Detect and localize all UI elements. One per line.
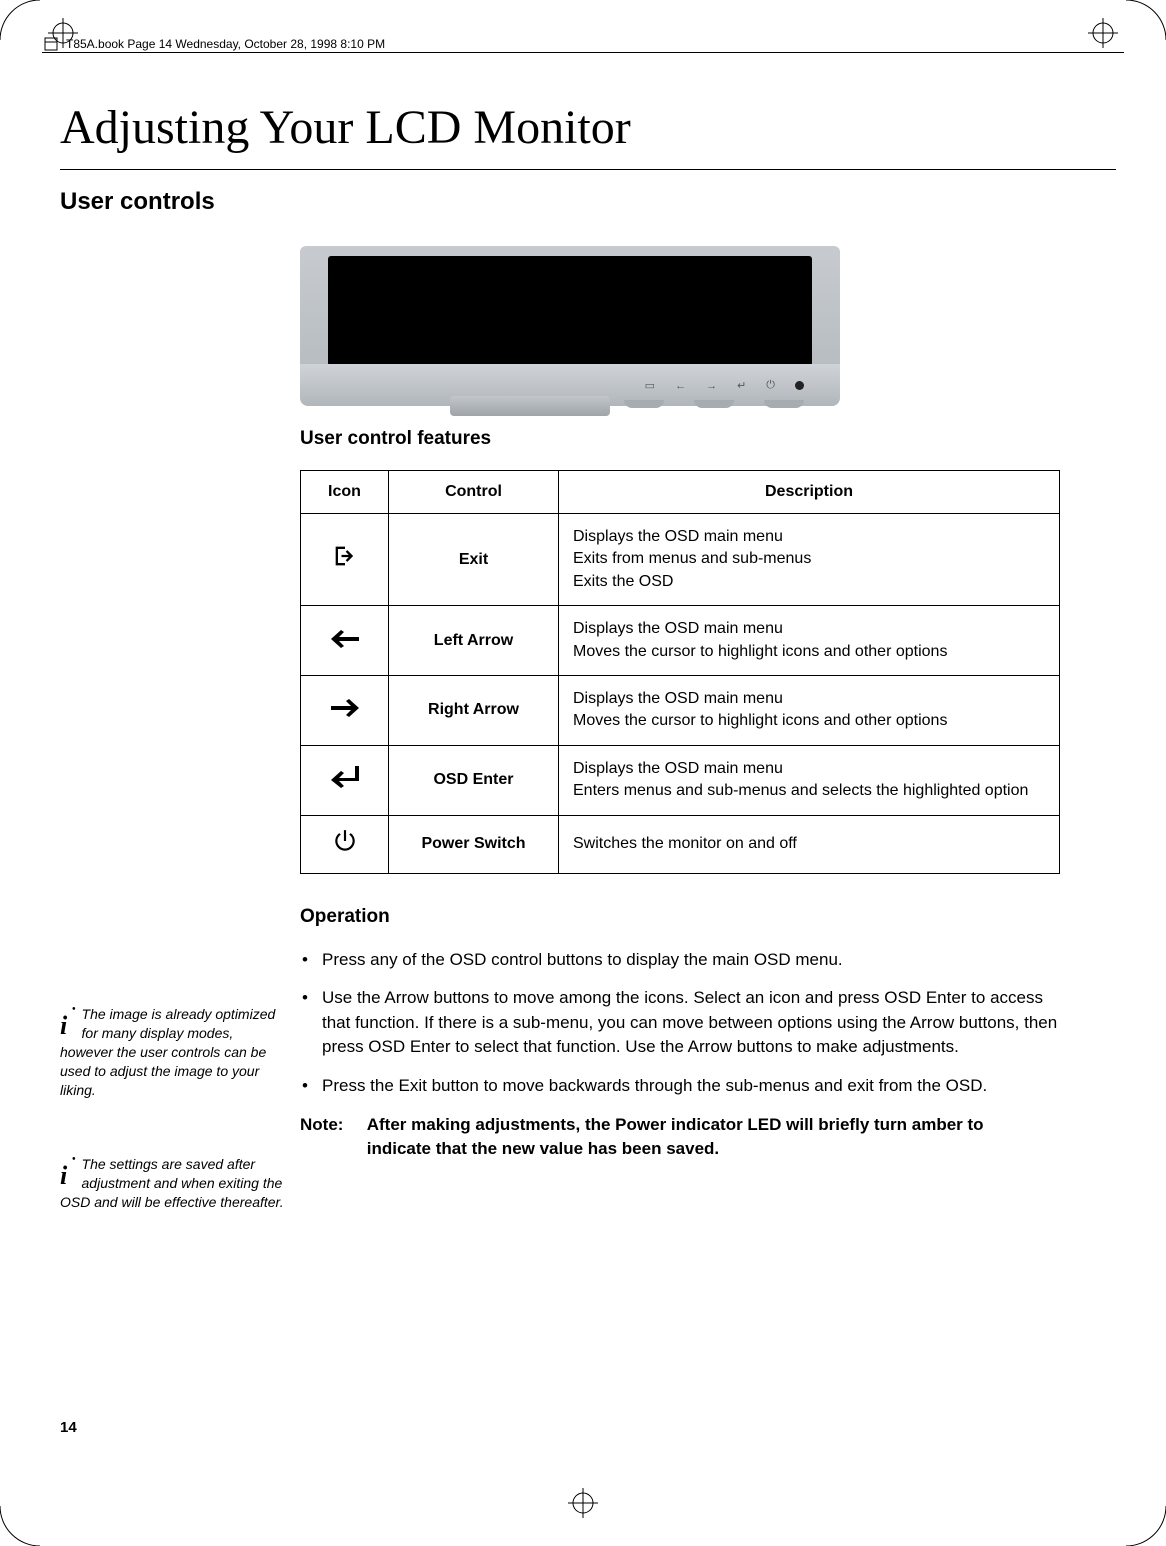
ctrl-power: Power Switch xyxy=(389,815,559,873)
th-icon: Icon xyxy=(301,471,389,514)
table-row: OSD Enter Displays the OSD main menuEnte… xyxy=(301,745,1060,815)
page-title: Adjusting Your LCD Monitor xyxy=(60,100,1116,155)
note-block: Note: After making adjustments, the Powe… xyxy=(300,1113,1060,1162)
info-icon: i xyxy=(60,1155,76,1187)
monitor-right-icon: → xyxy=(706,380,717,392)
header-rule xyxy=(42,52,1124,53)
enter-icon xyxy=(331,766,359,788)
operation-list: Press any of the OSD control buttons to … xyxy=(300,948,1060,1099)
monitor-illustration: ▭ ← → ↵ ⏻ xyxy=(300,246,840,406)
title-rule xyxy=(60,169,1116,170)
list-item: Use the Arrow buttons to move among the … xyxy=(300,986,1060,1060)
sidenote-text: The settings are saved after adjustment … xyxy=(60,1156,284,1210)
crop-top-left xyxy=(0,0,40,40)
crop-bottom-left xyxy=(0,1506,40,1546)
monitor-power-icon: ⏻ xyxy=(766,379,775,392)
power-icon xyxy=(332,828,358,854)
desc-exit: Displays the OSD main menuExits from men… xyxy=(559,514,1060,606)
right-arrow-icon xyxy=(331,699,359,717)
monitor-left-icon: ← xyxy=(675,380,686,392)
monitor-enter-icon: ↵ xyxy=(737,379,746,392)
book-icon xyxy=(42,35,60,53)
section-heading: User controls xyxy=(60,188,1116,216)
desc-enter: Displays the OSD main menuEnters menus a… xyxy=(559,745,1060,815)
registration-bottom xyxy=(568,1488,598,1518)
monitor-exit-icon: ▭ xyxy=(645,379,655,392)
th-description: Description xyxy=(559,471,1060,514)
list-item: Press any of the OSD control buttons to … xyxy=(300,948,1060,973)
info-icon: i xyxy=(60,1005,76,1037)
th-control: Control xyxy=(389,471,559,514)
sidenote-1: i The image is already optimized for man… xyxy=(60,1005,290,1099)
exit-icon xyxy=(331,542,359,570)
operation-heading: Operation xyxy=(300,906,1060,928)
crop-top-right xyxy=(1126,0,1166,40)
desc-power: Switches the monitor on and off xyxy=(559,815,1060,873)
list-item: Press the Exit button to move backwards … xyxy=(300,1074,1060,1099)
controls-table: Icon Control Description Exit Displays t… xyxy=(300,470,1060,874)
header-text: T85A.book Page 14 Wednesday, October 28,… xyxy=(66,37,385,51)
sidenote-2: i The settings are saved after adjustmen… xyxy=(60,1155,290,1212)
running-header: T85A.book Page 14 Wednesday, October 28,… xyxy=(42,35,385,53)
note-body: After making adjustments, the Power indi… xyxy=(367,1113,1047,1162)
monitor-power-led xyxy=(795,381,804,390)
page-number: 14 xyxy=(60,1419,77,1436)
table-row: Power Switch Switches the monitor on and… xyxy=(301,815,1060,873)
note-label: Note: xyxy=(300,1113,362,1138)
features-heading: User control features xyxy=(300,428,1060,450)
table-row: Left Arrow Displays the OSD main menuMov… xyxy=(301,606,1060,676)
ctrl-right: Right Arrow xyxy=(389,675,559,745)
sidenote-text: The image is already optimized for many … xyxy=(60,1006,275,1098)
ctrl-exit: Exit xyxy=(389,514,559,606)
left-arrow-icon xyxy=(331,630,359,648)
ctrl-enter: OSD Enter xyxy=(389,745,559,815)
table-row: Right Arrow Displays the OSD main menuMo… xyxy=(301,675,1060,745)
desc-right: Displays the OSD main menuMoves the curs… xyxy=(559,675,1060,745)
desc-left: Displays the OSD main menuMoves the curs… xyxy=(559,606,1060,676)
ctrl-left: Left Arrow xyxy=(389,606,559,676)
table-row: Exit Displays the OSD main menuExits fro… xyxy=(301,514,1060,606)
crop-bottom-right xyxy=(1126,1506,1166,1546)
registration-top-right xyxy=(1088,18,1118,48)
